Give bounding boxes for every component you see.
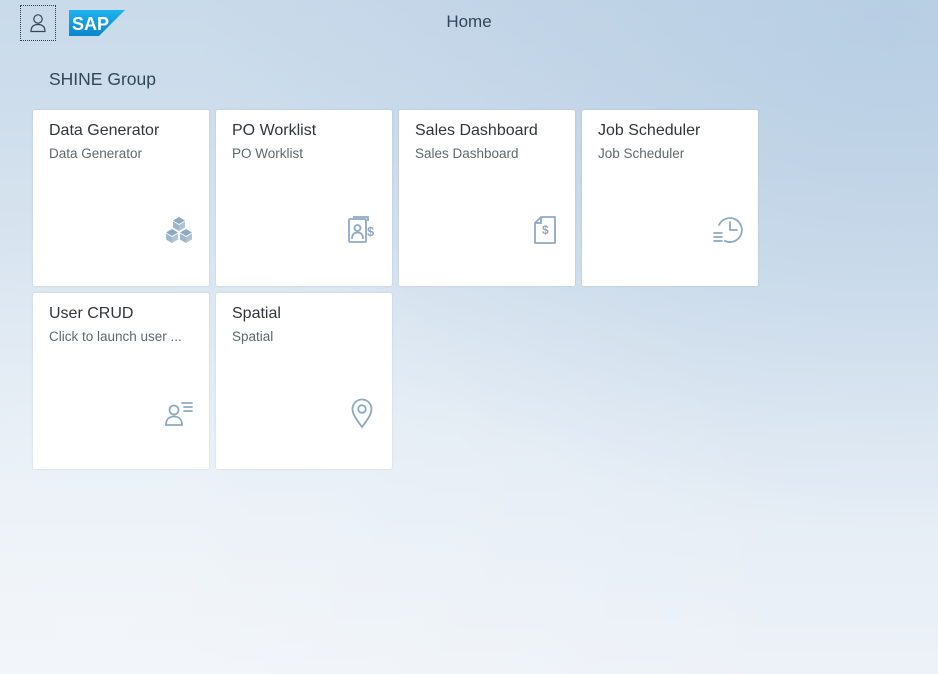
tile-subtitle: Spatial	[232, 329, 274, 344]
tile-user-crud[interactable]: User CRUD Click to launch user ...	[33, 293, 209, 469]
tile-title: User CRUD	[49, 305, 134, 322]
svg-text:$: $	[367, 224, 375, 239]
history-clock-icon	[712, 214, 744, 246]
tile-subtitle: Job Scheduler	[598, 146, 685, 161]
tile-title: Sales Dashboard	[415, 122, 538, 139]
tile-data-generator[interactable]: Data Generator Data Generator	[33, 110, 209, 286]
tile-subtitle: Data Generator	[49, 146, 143, 161]
tile-title: Data Generator	[49, 122, 160, 139]
tile-job-scheduler[interactable]: Job Scheduler Job Scheduler	[582, 110, 758, 286]
customer-financial-icon: $	[346, 214, 378, 246]
tile-spatial[interactable]: Spatial Spatial	[216, 293, 392, 469]
tile-po-worklist[interactable]: PO Worklist PO Worklist $	[216, 110, 392, 286]
group-title: SHINE Group	[49, 69, 156, 89]
tile-title: PO Worklist	[232, 122, 317, 139]
tile-subtitle: Click to launch user ...	[49, 329, 182, 344]
map-pin-icon	[346, 397, 378, 429]
cube-icon	[163, 214, 195, 246]
tile-sales-dashboard[interactable]: Sales Dashboard Sales Dashboard $	[399, 110, 575, 286]
tile-title: Spatial	[232, 305, 281, 322]
user-list-icon	[163, 397, 195, 429]
tile-subtitle: Sales Dashboard	[415, 146, 519, 161]
page-title: Home	[446, 12, 492, 31]
tile-title: Job Scheduler	[598, 122, 701, 139]
shell-header: SAP Home	[0, 0, 938, 46]
tile-subtitle: PO Worklist	[232, 146, 304, 161]
sales-document-icon: $	[529, 214, 561, 246]
svg-text:$: $	[542, 223, 549, 237]
